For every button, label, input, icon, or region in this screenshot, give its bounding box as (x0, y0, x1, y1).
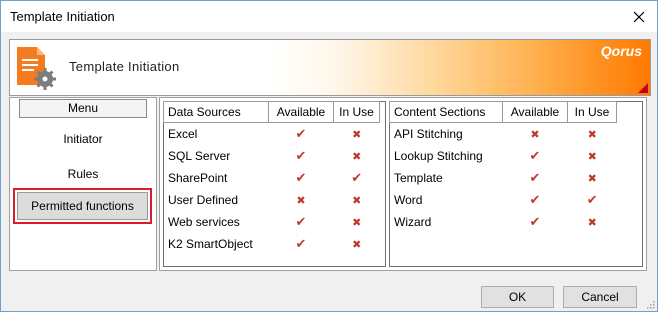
in-use-cell: ✔ (334, 167, 380, 189)
cross-icon: ✖ (352, 217, 362, 229)
table-row: SQL Server ✔ ✖ (164, 145, 380, 167)
template-settings-icon (17, 47, 56, 90)
row-label: Excel (168, 127, 198, 141)
row-label: User Defined (168, 193, 239, 207)
check-icon: ✔ (295, 170, 307, 185)
available-cell: ✖ (269, 189, 334, 211)
menu-selection-highlight: Permitted functions (13, 188, 152, 224)
in-use-cell: ✖ (568, 167, 617, 189)
cross-icon: ✖ (352, 195, 362, 207)
table-row: K2 SmartObject ✔ ✖ (164, 233, 380, 255)
cross-icon: ✖ (352, 129, 362, 141)
in-use-cell: ✖ (334, 233, 380, 255)
row-label: Template (394, 171, 443, 185)
row-label: K2 SmartObject (168, 237, 253, 251)
data-sources-table: Data Sources Available In Use Excel ✔ ✖ SQL… (163, 101, 380, 255)
col-header-in-use: In Use (333, 101, 380, 123)
banner-title: Template Initiation (69, 59, 180, 74)
content-sections-table-box: Content Sections Available In Use API St… (389, 101, 643, 267)
check-icon: ✔ (295, 214, 307, 229)
available-cell: ✔ (269, 145, 334, 167)
check-icon: ✔ (529, 192, 541, 207)
cross-icon: ✖ (530, 129, 540, 141)
row-label: Wizard (394, 215, 432, 229)
check-icon: ✔ (529, 148, 541, 163)
col-header-data-sources: Data Sources (163, 101, 269, 123)
available-cell: ✔ (269, 233, 334, 255)
close-icon (633, 11, 644, 22)
header-banner: Template Initiation Qorus (9, 39, 651, 96)
col-header-content-sections: Content Sections (389, 101, 503, 123)
available-cell: ✔ (503, 211, 568, 233)
row-label: Lookup Stitching (394, 149, 483, 163)
cross-icon: ✖ (587, 129, 597, 141)
available-cell: ✔ (503, 167, 568, 189)
in-use-cell: ✖ (334, 145, 380, 167)
cross-icon: ✖ (587, 217, 597, 229)
available-cell: ✔ (503, 189, 568, 211)
check-icon: ✔ (295, 236, 307, 251)
check-icon: ✔ (351, 170, 363, 185)
functions-panel: Data Sources Available In Use Excel ✔ ✖ SQL… (159, 97, 647, 271)
corner-triangle-icon (638, 83, 648, 93)
check-icon: ✔ (529, 170, 541, 185)
available-cell: ✔ (503, 145, 568, 167)
row-label: SQL Server (168, 149, 231, 163)
table-row: Template ✔ ✖ (390, 167, 617, 189)
in-use-cell: ✖ (568, 145, 617, 167)
close-button[interactable] (620, 1, 657, 32)
table-row: User Defined ✖ ✖ (164, 189, 380, 211)
cross-icon: ✖ (352, 151, 362, 163)
in-use-cell: ✖ (568, 211, 617, 233)
brand-logo: Qorus (600, 43, 642, 59)
row-label: Word (394, 193, 423, 207)
menu-header: Menu (19, 99, 147, 118)
col-header-available: Available (502, 101, 568, 123)
col-header-available: Available (268, 101, 334, 123)
cancel-button[interactable]: Cancel (563, 286, 637, 308)
resize-grip-icon[interactable] (645, 299, 655, 309)
side-menu: Menu Initiator Rules Permitted functions (9, 97, 157, 271)
ok-button[interactable]: OK (481, 286, 554, 308)
menu-item-rules[interactable]: Rules (10, 167, 156, 181)
available-cell: ✔ (269, 167, 334, 189)
in-use-cell: ✖ (334, 189, 380, 211)
content-sections-table: Content Sections Available In Use API St… (389, 101, 617, 233)
available-cell: ✔ (269, 211, 334, 233)
row-label: SharePoint (168, 171, 228, 185)
in-use-cell: ✖ (334, 123, 380, 146)
table-row: Word ✔ ✔ (390, 189, 617, 211)
table-row: Lookup Stitching ✔ ✖ (390, 145, 617, 167)
cross-icon: ✖ (587, 173, 597, 185)
cross-icon: ✖ (352, 239, 362, 251)
in-use-cell: ✖ (568, 123, 617, 146)
row-label: API Stitching (394, 127, 463, 141)
available-cell: ✔ (269, 123, 334, 146)
table-row: SharePoint ✔ ✔ (164, 167, 380, 189)
row-label: Web services (168, 215, 240, 229)
dialog-window: Template Initiation Template Initiation … (0, 0, 658, 312)
check-icon: ✔ (586, 192, 598, 207)
check-icon: ✔ (295, 148, 307, 163)
cross-icon: ✖ (296, 195, 306, 207)
check-icon: ✔ (295, 126, 307, 141)
table-row: API Stitching ✖ ✖ (390, 123, 617, 146)
data-sources-table-box: Data Sources Available In Use Excel ✔ ✖ SQL… (163, 101, 386, 267)
menu-item-initiator[interactable]: Initiator (10, 132, 156, 146)
title-bar: Template Initiation (1, 1, 657, 32)
available-cell: ✖ (503, 123, 568, 146)
window-title: Template Initiation (10, 9, 115, 24)
check-icon: ✔ (529, 214, 541, 229)
table-row: Web services ✔ ✖ (164, 211, 380, 233)
cross-icon: ✖ (587, 151, 597, 163)
in-use-cell: ✔ (568, 189, 617, 211)
table-row: Wizard ✔ ✖ (390, 211, 617, 233)
in-use-cell: ✖ (334, 211, 380, 233)
menu-item-permitted-functions[interactable]: Permitted functions (17, 192, 148, 220)
col-header-in-use: In Use (567, 101, 617, 123)
table-row: Excel ✔ ✖ (164, 123, 380, 146)
